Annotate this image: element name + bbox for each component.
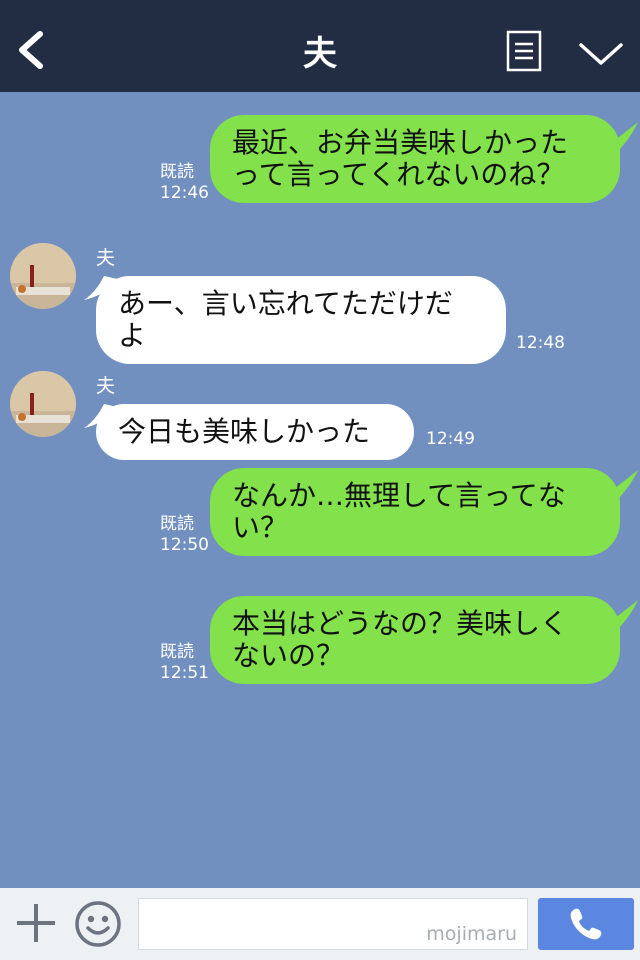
message-time: 12:49 bbox=[426, 429, 475, 449]
sender-name: 夫 bbox=[96, 375, 116, 397]
message-text: あー、言い忘れてただけだ bbox=[118, 287, 453, 320]
message-bubble-received[interactable]: 今日も美味しかった bbox=[96, 404, 414, 460]
watermark: mojimaru bbox=[426, 923, 517, 945]
message-bubble-sent[interactable]: なんか…無理して言ってな い？ bbox=[210, 468, 620, 556]
plus-icon[interactable] bbox=[16, 902, 56, 944]
message-list[interactable]: 最近、お弁当美味しかった って言ってくれないのね？ 既読 12:46 夫 あー、… bbox=[0, 92, 640, 888]
call-button[interactable] bbox=[538, 898, 634, 950]
message-meta: 既読 12:46 bbox=[160, 162, 209, 204]
avatar[interactable] bbox=[10, 243, 76, 309]
emoji-icon[interactable] bbox=[74, 900, 122, 948]
message-text: 本当はどうなの？美味しく bbox=[232, 607, 569, 640]
chevron-down-icon[interactable] bbox=[578, 40, 624, 68]
message-time: 12:50 bbox=[160, 535, 209, 555]
message-bubble-sent[interactable]: 最近、お弁当美味しかった って言ってくれないのね？ bbox=[210, 115, 620, 203]
read-receipt: 既読 bbox=[160, 514, 194, 534]
message-input[interactable]: mojimaru bbox=[138, 898, 528, 950]
message-meta: 既読 12:51 bbox=[160, 642, 209, 684]
message-bubble-sent[interactable]: 本当はどうなの？美味しく ないの？ bbox=[210, 596, 620, 684]
message-text: 今日も美味しかった bbox=[118, 415, 371, 448]
read-receipt: 既読 bbox=[160, 162, 194, 182]
message-bubble-received[interactable]: あー、言い忘れてただけだ よ bbox=[96, 276, 506, 364]
message-text: ないの？ bbox=[232, 639, 345, 672]
chat-header: 夫 bbox=[0, 0, 640, 92]
message-text: い？ bbox=[232, 511, 289, 544]
sender-name: 夫 bbox=[96, 247, 116, 269]
message-text: 最近、お弁当美味しかった bbox=[232, 126, 569, 159]
message-time: 12:46 bbox=[160, 183, 209, 203]
message-time: 12:48 bbox=[516, 333, 565, 353]
read-receipt: 既読 bbox=[160, 642, 194, 662]
message-text: なんか…無理して言ってな bbox=[232, 479, 566, 512]
message-text: よ bbox=[118, 319, 147, 352]
phone-icon bbox=[570, 908, 602, 940]
message-composer: mojimaru bbox=[0, 888, 640, 960]
avatar[interactable] bbox=[10, 371, 76, 437]
message-time: 12:51 bbox=[160, 663, 209, 683]
message-text: って言ってくれないのね？ bbox=[232, 158, 565, 191]
chat-title: 夫 bbox=[303, 34, 337, 74]
message-meta: 既読 12:50 bbox=[160, 514, 209, 556]
notes-icon[interactable] bbox=[506, 30, 542, 72]
